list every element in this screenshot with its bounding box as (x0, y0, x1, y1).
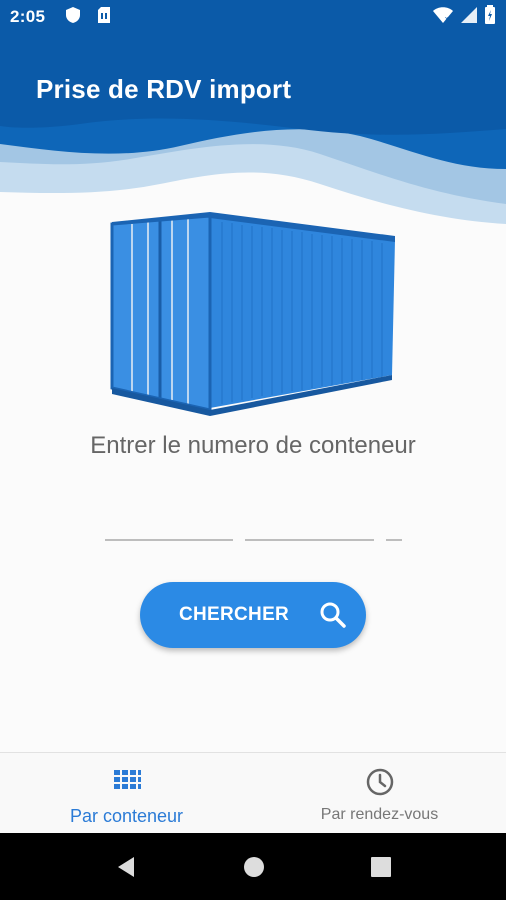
search-button[interactable]: CHERCHER (140, 582, 366, 648)
nav-label-par-rendez-vous: Par rendez-vous (320, 806, 439, 823)
sim-card-icon (97, 6, 111, 29)
container-check-digit-field[interactable] (386, 539, 402, 541)
wifi-icon: x (432, 6, 454, 29)
app-header: Prise de RDV import (0, 34, 506, 224)
container-prefix-field[interactable] (105, 539, 233, 541)
container-number-field[interactable] (245, 539, 374, 541)
container-number-fields (0, 539, 506, 543)
container-number-prompt: Entrer le numero de conteneur (90, 432, 416, 459)
system-navigation-bar (0, 833, 506, 900)
back-button[interactable] (114, 855, 138, 879)
grid-icon (113, 770, 141, 789)
nav-label-par-conteneur: Par conteneur (69, 806, 184, 826)
page-title: Prise de RDV import (36, 74, 292, 104)
main-content: Entrer le numero de conteneur CHERCHER (0, 212, 506, 752)
search-button-label: CHERCHER (179, 604, 290, 625)
shipping-container-image (110, 212, 395, 416)
bottom-navigation: Par conteneur Par rendez-vous (0, 752, 506, 833)
search-icon (320, 602, 346, 628)
clock-icon (366, 768, 393, 796)
signal-icon (460, 6, 478, 29)
battery-icon (484, 4, 496, 30)
status-bar: 2:05 x (0, 0, 506, 34)
nav-item-par-conteneur[interactable]: Par conteneur (0, 753, 253, 833)
svg-text:x: x (445, 16, 449, 23)
recents-button[interactable] (369, 855, 393, 879)
home-button[interactable] (242, 855, 266, 879)
header-wave-background (0, 34, 506, 224)
shield-icon (65, 6, 81, 29)
status-time: 2:05 (10, 7, 46, 26)
nav-item-par-rendez-vous[interactable]: Par rendez-vous (253, 753, 506, 833)
